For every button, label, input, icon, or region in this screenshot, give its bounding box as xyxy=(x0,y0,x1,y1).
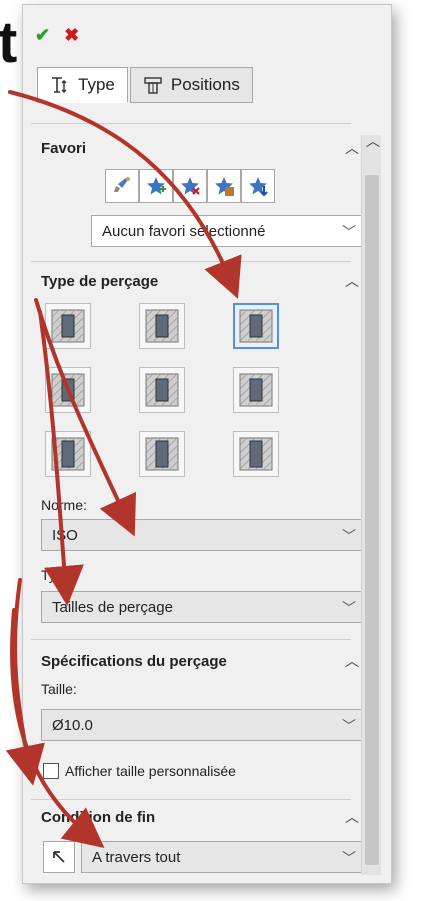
annotation-arrow xyxy=(10,608,105,849)
annotation-arrow xyxy=(5,578,45,786)
annotation-arrows xyxy=(5,90,242,849)
annotation-arrow xyxy=(8,90,242,299)
screenshot-stage: t ✔ ✖ Type Positions Favori ︿ Aucun favo… xyxy=(0,0,440,901)
